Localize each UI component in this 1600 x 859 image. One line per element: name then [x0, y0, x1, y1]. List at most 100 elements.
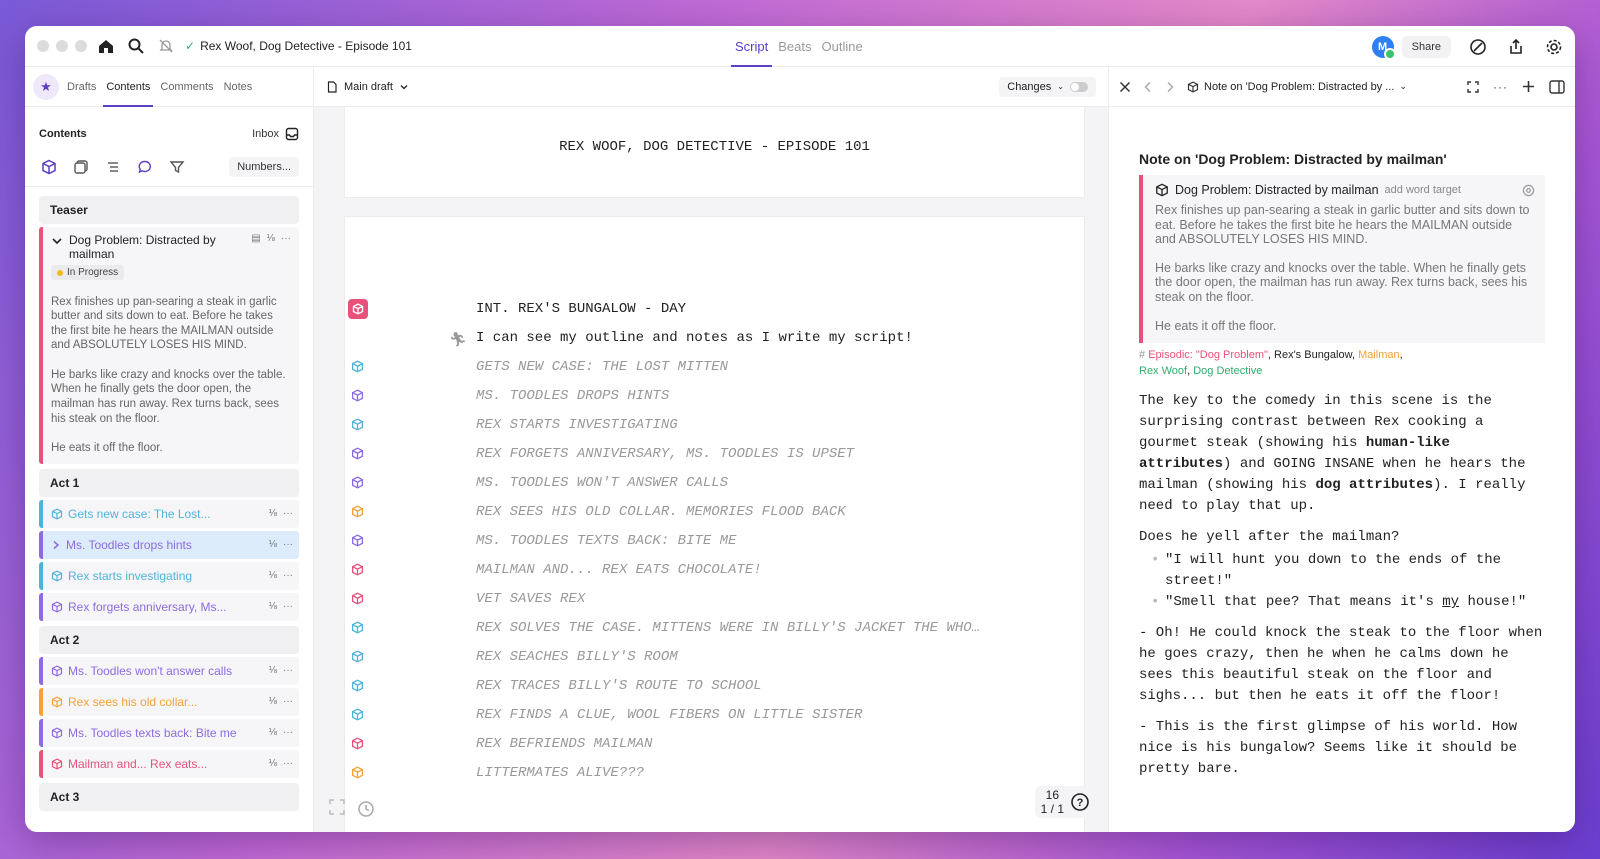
scene-synopsis[interactable]: Rex finishes up pan-searing a steak in g…	[51, 295, 291, 456]
tab-beats[interactable]: Beats	[778, 26, 811, 67]
expand-icon[interactable]	[328, 798, 346, 816]
beat-icon[interactable]	[351, 592, 365, 606]
beat-icon[interactable]	[351, 505, 365, 519]
scene-row[interactable]: Ms. Toodles texts back: Bite me ⅛ ···	[39, 718, 299, 747]
close-icon[interactable]	[1119, 81, 1131, 93]
word-target-link[interactable]: add word target	[1385, 184, 1461, 196]
beat-icon[interactable]	[351, 766, 365, 780]
more-icon[interactable]: ···	[283, 665, 293, 676]
scene-card-open[interactable]: Dog Problem: Distracted by mailman ▤ ⅛ ·…	[39, 227, 299, 464]
share-button[interactable]: Share	[1401, 35, 1451, 58]
scene-heading[interactable]: INT. REX'S BUNGALOW - DAY	[476, 301, 686, 317]
scene-row[interactable]: Rex sees his old collar... ⅛ ···	[39, 687, 299, 716]
list-icon[interactable]	[103, 157, 123, 177]
script-page[interactable]: INT. REX'S BUNGALOW - DAY 🏃︎ I can see m…	[345, 217, 1084, 832]
scenes-filter-icon[interactable]	[39, 157, 59, 177]
scene-row[interactable]: Rex starts investigating ⅛ ···	[39, 561, 299, 590]
minimize-window-button[interactable]	[56, 40, 68, 52]
scene-marker-icon[interactable]	[348, 299, 368, 319]
tag[interactable]: Rex Woof	[1139, 365, 1187, 377]
tag[interactable]: Episodic: "Dog Problem"	[1148, 349, 1268, 361]
scene-row[interactable]: Gets new case: The Lost... ⅛ ···	[39, 499, 299, 528]
beat-icon[interactable]	[351, 476, 365, 490]
linked-scene-card[interactable]: Dog Problem: Distracted by mailman add w…	[1139, 175, 1545, 344]
beat-icon[interactable]	[351, 447, 365, 461]
beat-line[interactable]: REX FINDS A CLUE, WOOL FIBERS ON LITTLE …	[476, 707, 862, 723]
note-selector[interactable]: Note on 'Dog Problem: Distracted by ... …	[1187, 81, 1407, 93]
beat-line[interactable]: REX SEES HIS OLD COLLAR. MEMORIES FLOOD …	[476, 504, 846, 520]
more-icon[interactable]: ···	[283, 601, 293, 612]
chevron-right-icon[interactable]	[51, 540, 61, 550]
beat-line[interactable]: MS. TOODLES WON'T ANSWER CALLS	[476, 475, 728, 491]
action-line[interactable]: I can see my outline and notes as I writ…	[476, 330, 913, 346]
beat-line[interactable]: REX BEFRIENDS MAILMAN	[476, 736, 652, 752]
beat-icon[interactable]	[351, 563, 365, 577]
timer-icon[interactable]	[356, 798, 376, 818]
more-icon[interactable]: ···	[283, 539, 293, 550]
draft-selector[interactable]: Main draft	[326, 81, 409, 93]
more-icon[interactable]: ···	[283, 696, 293, 707]
more-icon[interactable]: ···	[283, 727, 293, 738]
tab-script[interactable]: Script	[730, 26, 773, 67]
more-icon[interactable]: ···	[283, 758, 293, 769]
beat-line[interactable]: REX SEACHES BILLY'S ROOM	[476, 649, 678, 665]
note-content[interactable]: The key to the comedy in this scene is t…	[1139, 391, 1545, 780]
act-heading[interactable]: Act 2	[39, 625, 299, 654]
search-icon[interactable]	[125, 35, 147, 57]
notifications-off-icon[interactable]	[155, 35, 177, 57]
panel-toggle-icon[interactable]	[1549, 79, 1565, 94]
beat-icon[interactable]	[351, 621, 365, 635]
back-icon[interactable]	[1143, 81, 1153, 93]
beat-line[interactable]: REX FORGETS ANNIVERSARY, MS. TOODLES IS …	[476, 446, 854, 462]
cards-icon[interactable]	[71, 157, 91, 177]
app-logo-icon[interactable]: ★	[33, 73, 59, 100]
beat-icon[interactable]	[351, 360, 365, 374]
close-window-button[interactable]	[37, 40, 49, 52]
tab-contents[interactable]: Contents	[103, 67, 154, 107]
tab-drafts[interactable]: Drafts	[67, 67, 96, 107]
target-icon[interactable]	[1522, 184, 1535, 197]
avatar[interactable]: M	[1371, 35, 1396, 60]
beat-icon[interactable]	[351, 650, 365, 664]
no-entry-icon[interactable]	[1467, 36, 1489, 58]
beat-line[interactable]: REX SOLVES THE CASE. MITTENS WERE IN BIL…	[476, 620, 980, 636]
export-icon[interactable]	[1505, 36, 1527, 58]
changes-toggle[interactable]: Changes ⌄	[999, 76, 1096, 97]
numbers-button[interactable]: Numbers...	[229, 156, 299, 177]
act-heading[interactable]: Act 3	[39, 782, 299, 811]
home-icon[interactable]	[95, 35, 117, 57]
scene-row[interactable]: Mailman and... Rex eats... ⅛ ···	[39, 749, 299, 778]
act-heading[interactable]: Act 1	[39, 468, 299, 497]
more-icon[interactable]: ···	[1493, 80, 1508, 94]
tag[interactable]: Rex's Bungalow	[1274, 349, 1352, 361]
tag[interactable]: Dog Detective	[1193, 365, 1262, 377]
chevron-down-icon[interactable]	[51, 235, 63, 247]
beat-icon[interactable]	[351, 737, 365, 751]
beat-icon[interactable]	[351, 418, 365, 432]
more-icon[interactable]: ···	[283, 570, 293, 581]
tab-comments[interactable]: Comments	[160, 67, 213, 107]
more-icon[interactable]: ···	[281, 233, 291, 244]
beat-icon[interactable]	[351, 389, 365, 403]
scene-row[interactable]: Ms. Toodles drops hints ⅛ ···	[39, 530, 299, 559]
beat-line[interactable]: VET SAVES REX	[476, 591, 585, 607]
beat-icon[interactable]	[351, 679, 365, 693]
scene-row[interactable]: Ms. Toodles won't answer calls ⅛ ···	[39, 656, 299, 685]
beat-icon[interactable]	[351, 708, 365, 722]
act-heading[interactable]: Teaser	[39, 196, 299, 224]
help-icon[interactable]: ?	[1070, 792, 1090, 812]
gear-icon[interactable]	[1543, 36, 1565, 58]
fullscreen-icon[interactable]	[1467, 80, 1479, 93]
status-badge[interactable]: In Progress	[51, 265, 125, 280]
add-icon[interactable]	[1522, 80, 1535, 93]
beat-icon[interactable]	[351, 534, 365, 548]
zoom-window-button[interactable]	[75, 40, 87, 52]
beat-line[interactable]: REX TRACES BILLY'S ROUTE TO SCHOOL	[476, 678, 762, 694]
comment-icon[interactable]	[135, 157, 155, 177]
changes-switch[interactable]	[1070, 81, 1088, 92]
tab-notes[interactable]: Notes	[224, 67, 253, 107]
more-icon[interactable]: ···	[283, 508, 293, 519]
scene-row[interactable]: Rex forgets anniversary, Ms... ⅛ ···	[39, 592, 299, 621]
filter-icon[interactable]	[167, 157, 187, 177]
beat-line[interactable]: GETS NEW CASE: THE LOST MITTEN	[476, 359, 728, 375]
